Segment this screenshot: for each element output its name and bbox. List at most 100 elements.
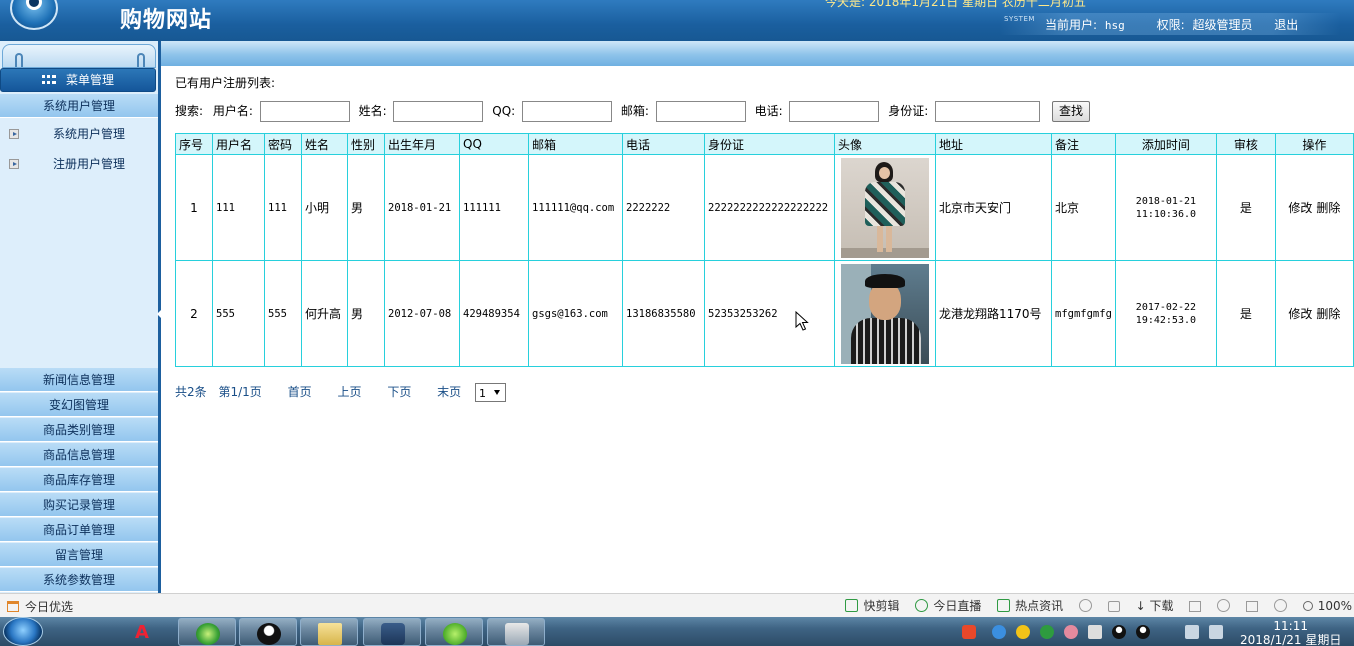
news-label: 热点资讯 <box>1015 599 1064 613</box>
section-slideshow[interactable]: 变幻图管理 <box>0 393 158 417</box>
site-title: 购物网站 <box>120 7 213 33</box>
tray-icon[interactable] <box>1064 625 1078 639</box>
user-table: 序号 用户名 密码 姓名 性别 出生年月 QQ 邮箱 电话 身份证 头像 地址 … <box>175 133 1354 367</box>
section-system-users[interactable]: 系统用户管理 <box>0 94 158 118</box>
cell-name: 何升高 <box>301 260 348 367</box>
name-input[interactable] <box>393 100 484 122</box>
search-button[interactable]: 查找 <box>1051 100 1090 122</box>
cell-username: 111 <box>212 154 265 261</box>
pager-page: 第1/1页 <box>218 385 262 399</box>
zoom-icon <box>1302 601 1313 611</box>
delete-link[interactable]: 删除 <box>1316 307 1340 321</box>
sidebar: 菜单管理 系统用户管理 系统用户管理 注册用户管理 新闻信息管理 变幻图管理 商… <box>0 41 158 593</box>
main-content: 已有用户注册列表: 搜索: 用户名: 姓名: QQ: 邮箱: 电话: 身份证: … <box>161 66 1354 593</box>
avatar <box>841 263 929 364</box>
column-header: 操作 <box>1274 133 1354 155</box>
qq-icon[interactable] <box>1136 625 1150 639</box>
taskbar-app-green[interactable] <box>425 618 483 646</box>
email-input[interactable] <box>655 100 746 122</box>
clock[interactable]: 11:11 2018/1/21 星期日 <box>1240 619 1341 646</box>
download-label: 下载 <box>1149 599 1174 613</box>
email-label: 邮箱: <box>620 104 649 118</box>
taskbar: A 11:11 2018/1/21 星期日 <box>0 617 1354 646</box>
ie-icon[interactable] <box>1217 597 1231 615</box>
shield-icon[interactable] <box>1040 625 1054 639</box>
volume-icon[interactable] <box>1185 625 1199 639</box>
menu-header-button[interactable]: 菜单管理 <box>0 68 156 92</box>
status-left[interactable]: 今日优选 <box>7 598 73 615</box>
taskbar-app-tool[interactable] <box>487 618 545 646</box>
cell-actions: 修改 删除 <box>1274 260 1354 367</box>
phone-input[interactable] <box>789 100 880 122</box>
section-system-params[interactable]: 系统参数管理 <box>0 568 158 592</box>
pager-next-link[interactable]: 下页 <box>387 382 411 402</box>
speed-icon[interactable] <box>1079 597 1092 615</box>
editor-icon <box>381 623 405 645</box>
news-item[interactable]: 热点资讯 <box>997 597 1063 615</box>
input-method-icon[interactable] <box>962 625 976 639</box>
window-icon[interactable] <box>1246 597 1259 615</box>
qq-icon[interactable] <box>1112 625 1126 639</box>
cell-password: 111 <box>264 154 302 261</box>
column-header: 地址 <box>935 133 1052 155</box>
edit-link[interactable]: 修改 <box>1288 201 1312 215</box>
clock-time: 11:11 <box>1273 619 1308 633</box>
logout-link[interactable]: 退出 <box>1274 18 1298 32</box>
tray-icon[interactable] <box>992 625 1006 639</box>
idcard-input[interactable] <box>935 100 1041 122</box>
sidebar-item-system-users[interactable]: 系统用户管理 <box>0 120 158 148</box>
cell-birth: 2018-01-21 <box>384 154 460 261</box>
taskbar-app-editor[interactable] <box>363 618 421 646</box>
quick-edit-item[interactable]: 快剪辑 <box>845 597 899 615</box>
column-header: 用户名 <box>212 133 265 155</box>
edit-link[interactable]: 修改 <box>1288 307 1312 321</box>
cell-birth: 2012-07-08 <box>384 260 460 367</box>
pin-tool-icon[interactable] <box>1107 597 1120 615</box>
pin-icon <box>15 53 23 67</box>
flag-icon[interactable] <box>1189 597 1202 615</box>
pager-prev-link[interactable]: 上页 <box>337 382 361 402</box>
tray-icon[interactable] <box>1016 625 1030 639</box>
pager-last-link[interactable]: 末页 <box>437 382 461 402</box>
taskbar-app-explorer[interactable] <box>300 618 358 646</box>
section-news[interactable]: 新闻信息管理 <box>0 368 158 392</box>
section-inventory[interactable]: 商品库存管理 <box>0 468 158 492</box>
section-orders[interactable]: 商品订单管理 <box>0 518 158 542</box>
added-date: 2018-01-21 <box>1135 195 1197 207</box>
current-user-label: 当前用户: <box>1045 18 1098 32</box>
column-header: 添加时间 <box>1114 133 1217 155</box>
search-bar: 搜索: 用户名: 姓名: QQ: 邮箱: 电话: 身份证: 查找 <box>175 100 1090 122</box>
section-messages[interactable]: 留言管理 <box>0 543 158 567</box>
date-line: 今天是: 2018年1月21日 星期日 农历十二月初五 <box>825 0 1086 9</box>
zoom-label: 100% <box>1317 599 1352 613</box>
qq-input[interactable] <box>522 100 613 122</box>
taskbar-app-qq[interactable] <box>239 618 297 646</box>
sound-icon[interactable] <box>1273 597 1287 615</box>
network-icon[interactable] <box>1209 625 1223 639</box>
user-info: 当前用户: hsg 权限: 超级管理员 退出 <box>1045 16 1302 33</box>
sidebar-item-registered-users[interactable]: 注册用户管理 <box>0 150 158 178</box>
current-user-name: hsg <box>1104 19 1125 32</box>
live-item[interactable]: 今日直播 <box>915 597 981 615</box>
username-input[interactable] <box>259 100 350 122</box>
cell-avatar <box>834 260 936 367</box>
tray-icon[interactable] <box>1088 625 1102 639</box>
cell-idcard: 52353253262 <box>704 260 835 367</box>
taskbar-app-browser[interactable] <box>178 618 236 646</box>
pager-first-link[interactable]: 首页 <box>288 382 312 402</box>
cell-gender: 男 <box>347 154 385 261</box>
delete-link[interactable]: 删除 <box>1316 201 1340 215</box>
column-header: 头像 <box>834 133 936 155</box>
idcard-label: 身份证: <box>888 104 929 118</box>
zoom-item[interactable]: 100% <box>1302 597 1352 615</box>
system-tag: SYSTEM <box>1004 15 1035 23</box>
download-item[interactable]: ↓ 下载 <box>1136 597 1174 615</box>
section-purchase-records[interactable]: 购买记录管理 <box>0 493 158 517</box>
pinned-app-icon[interactable]: A <box>135 623 155 643</box>
table-row: 2 555 555 何升高 男 2012-07-08 429489354 gsg… <box>175 260 1354 367</box>
start-button[interactable] <box>3 617 43 646</box>
section-product-category[interactable]: 商品类别管理 <box>0 418 158 442</box>
page-select[interactable]: 1 <box>475 382 506 402</box>
section-product-info[interactable]: 商品信息管理 <box>0 443 158 467</box>
sidebar-item-label: 注册用户管理 <box>53 157 126 171</box>
